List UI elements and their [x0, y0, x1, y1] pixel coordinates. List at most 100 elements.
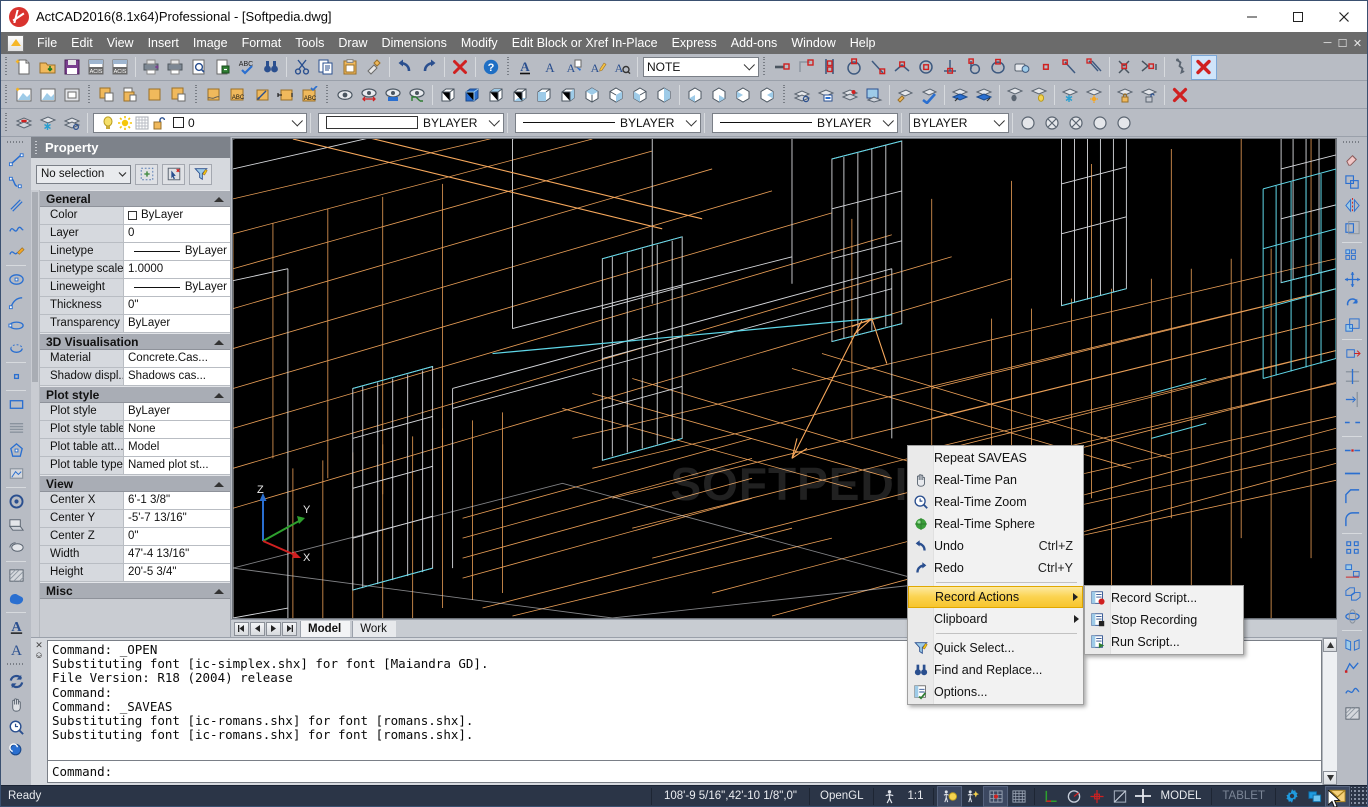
revision-cloud-icon[interactable] — [4, 240, 29, 263]
scale-icon[interactable] — [1340, 314, 1365, 337]
layer-unisolate-icon[interactable] — [972, 83, 996, 106]
slice-icon[interactable] — [202, 83, 226, 106]
color-combo[interactable]: BYLAYER — [318, 113, 504, 133]
menu-addons[interactable]: Add-ons — [724, 33, 785, 53]
torus-icon[interactable] — [4, 490, 29, 513]
chevron-down-icon[interactable] — [742, 58, 758, 76]
menu-dimensions[interactable]: Dimensions — [375, 33, 454, 53]
double-line-icon[interactable] — [4, 194, 29, 217]
view-wireframe-icon[interactable] — [436, 83, 460, 106]
single-text-icon[interactable]: A — [538, 56, 562, 79]
menu-image[interactable]: Image — [186, 33, 235, 53]
gouraud-shaded-icon[interactable] — [405, 83, 429, 106]
view-bottom-icon[interactable] — [508, 83, 532, 106]
extend-icon[interactable] — [1340, 388, 1365, 411]
menu-file[interactable]: File — [30, 33, 64, 53]
property-value[interactable]: 6'-1 3/8" — [124, 492, 230, 509]
command-pin-icon[interactable]: ⎉ — [35, 650, 42, 660]
property-row-color[interactable]: Color ByLayer — [40, 207, 230, 225]
property-scrollbar[interactable] — [31, 190, 40, 637]
mirror-icon[interactable] — [1340, 194, 1365, 217]
category-plot-style[interactable]: Plot style — [40, 386, 230, 403]
property-row-width[interactable]: Width 47'-4 13/16" — [40, 546, 230, 564]
collapse-caret-icon[interactable] — [214, 589, 224, 594]
first-sheet-button[interactable] — [234, 622, 249, 636]
donut-icon[interactable] — [4, 314, 29, 337]
ortho-icon[interactable] — [1039, 787, 1062, 806]
layer-states-icon[interactable] — [814, 83, 838, 106]
view-nw-iso-icon[interactable] — [707, 83, 731, 106]
quick-select-icon[interactable] — [135, 164, 158, 185]
chevron-down-icon[interactable] — [992, 114, 1008, 132]
rectangle-icon[interactable] — [4, 393, 29, 416]
osnap-settings-icon[interactable] — [1168, 56, 1192, 79]
render-region-icon[interactable] — [36, 83, 60, 106]
layer-unlock-icon[interactable] — [1137, 83, 1161, 106]
edit-polyline-icon[interactable] — [1340, 656, 1365, 679]
save-icon[interactable] — [60, 56, 84, 79]
dynamic-ucs-icon[interactable] — [961, 787, 984, 806]
property-value[interactable]: Shadows cas... — [124, 368, 230, 385]
child-minimize-button[interactable]: ─ — [1320, 34, 1335, 52]
coordinates-display[interactable]: 108'-9 5/16",42'-10 1/8",0" — [656, 790, 805, 802]
property-row-linetype[interactable]: Linetype ByLayer — [40, 243, 230, 261]
layer-current-icon[interactable] — [917, 83, 941, 106]
erase-icon[interactable] — [1340, 148, 1365, 171]
view-iso1-icon[interactable] — [731, 83, 755, 106]
chevron-down-icon[interactable] — [290, 114, 306, 132]
toolbar-grip[interactable] — [3, 85, 10, 105]
layer-manager-icon[interactable] — [790, 83, 814, 106]
ellipse-arc-icon[interactable] — [4, 291, 29, 314]
last-sheet-button[interactable] — [282, 622, 297, 636]
print-preview-icon[interactable] — [187, 56, 211, 79]
property-row-plot-table-type[interactable]: Plot table type Named plot st... — [40, 457, 230, 475]
solid-box-icon[interactable] — [167, 83, 191, 106]
plotstyle-combo[interactable]: BYLAYER — [909, 113, 1009, 133]
snap-quadrant-icon[interactable] — [914, 56, 938, 79]
toolbar-grip[interactable] — [7, 139, 25, 146]
context-item-redo[interactable]: Redo Ctrl+Y — [908, 557, 1083, 579]
linetype-combo[interactable]: BYLAYER — [515, 113, 701, 133]
join-icon[interactable] — [1340, 462, 1365, 485]
layer-freeze-icon[interactable] — [1058, 83, 1082, 106]
submenu-item-record-script[interactable]: Record Script... — [1085, 587, 1243, 609]
submenu-item-run-script[interactable]: Run Script... — [1085, 631, 1243, 653]
setup-profile-icon[interactable]: ABC — [298, 83, 322, 106]
chevron-down-icon[interactable] — [114, 166, 130, 183]
menu-insert[interactable]: Insert — [141, 33, 186, 53]
context-item-record-actions[interactable]: Record Actions — [908, 586, 1083, 608]
find-icon[interactable] — [259, 56, 283, 79]
scroll-up-button[interactable] — [1323, 638, 1337, 652]
snap-none-icon[interactable] — [1137, 56, 1161, 79]
context-item-real-time-zoom[interactable]: Real-Time Zoom — [908, 491, 1083, 513]
model-space-label[interactable]: MODEL — [1154, 790, 1207, 802]
array-icon[interactable] — [1340, 245, 1365, 268]
freeze-icon[interactable] — [36, 111, 60, 134]
snap-extension-icon[interactable] — [1082, 56, 1106, 79]
scrollbar-track[interactable] — [1323, 652, 1337, 771]
property-row-linetype-scale[interactable]: Linetype scale 1.0000 — [40, 261, 230, 279]
flat-shaded-icon[interactable] — [381, 83, 405, 106]
setup-drawing-icon[interactable] — [274, 83, 298, 106]
polygon-icon[interactable] — [4, 439, 29, 462]
view-back-icon[interactable] — [604, 83, 628, 106]
find-text-icon[interactable]: A — [610, 56, 634, 79]
import-acis-icon[interactable]: ACIS — [108, 56, 132, 79]
toolbar-grip[interactable] — [7, 661, 25, 668]
match-properties-icon[interactable] — [362, 56, 386, 79]
multiline-text-icon[interactable]: A — [562, 56, 586, 79]
view-front-icon[interactable] — [580, 83, 604, 106]
mesh-icon[interactable] — [4, 416, 29, 439]
toolbar-grip[interactable] — [3, 113, 10, 133]
interfere-icon[interactable] — [250, 83, 274, 106]
context-item-undo[interactable]: Undo Ctrl+Z — [908, 535, 1083, 557]
revolve-icon[interactable] — [4, 536, 29, 559]
layer-icon[interactable] — [12, 111, 36, 134]
publish-icon[interactable] — [211, 56, 235, 79]
property-value[interactable]: 1.0000 — [124, 261, 230, 278]
property-row-center-y[interactable]: Center Y -5'-7 13/16" — [40, 510, 230, 528]
property-value[interactable]: Model — [124, 439, 230, 456]
snap-from-icon[interactable] — [1113, 56, 1137, 79]
spell-check-icon[interactable]: ABC — [235, 56, 259, 79]
sheet-tab-model[interactable]: Model — [300, 621, 350, 637]
